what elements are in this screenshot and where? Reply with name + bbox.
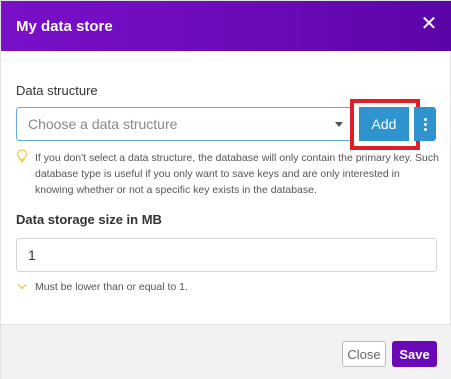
data-structure-label: Data structure bbox=[16, 83, 98, 98]
modal-footer: Close Save bbox=[1, 324, 451, 379]
storage-size-label: Data storage size in MB bbox=[16, 212, 162, 227]
data-structure-placeholder: Choose a data structure bbox=[28, 116, 178, 132]
modal-header: My data store ✕ bbox=[1, 1, 451, 51]
caret-down-icon bbox=[335, 122, 343, 127]
data-store-modal: My data store ✕ Data structure Choose a … bbox=[0, 0, 451, 379]
vertical-dots-icon[interactable] bbox=[414, 107, 436, 141]
save-button[interactable]: Save bbox=[392, 341, 437, 367]
storage-size-note: Must be lower than or equal to 1. bbox=[35, 281, 188, 293]
lightbulb-icon bbox=[16, 149, 28, 163]
close-icon[interactable]: ✕ bbox=[420, 14, 438, 34]
storage-size-input[interactable] bbox=[16, 238, 437, 272]
chevron-down-icon bbox=[17, 284, 27, 290]
data-structure-select[interactable]: Choose a data structure bbox=[16, 107, 351, 141]
add-button[interactable]: Add bbox=[359, 107, 409, 141]
modal-title: My data store bbox=[16, 17, 113, 35]
close-button[interactable]: Close bbox=[342, 341, 386, 367]
data-structure-hint: If you don't select a data structure, th… bbox=[35, 152, 439, 196]
